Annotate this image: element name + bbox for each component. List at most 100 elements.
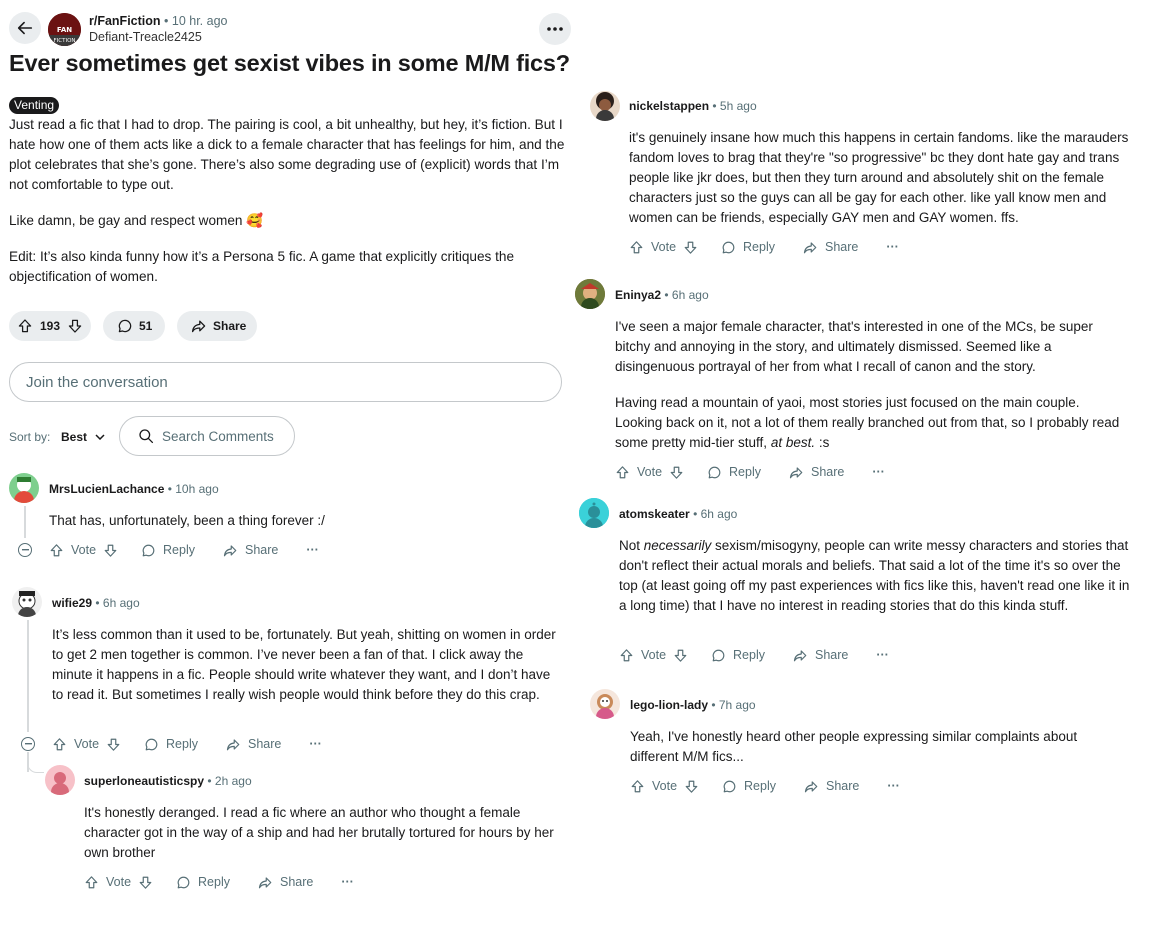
upvote-icon[interactable]: [52, 737, 67, 752]
post-flair[interactable]: Venting: [9, 97, 60, 114]
comment-text: I've seen a major female character, that…: [615, 319, 1093, 374]
downvote-icon[interactable]: [138, 875, 153, 890]
downvote-icon[interactable]: [67, 318, 83, 334]
upvote-icon[interactable]: [84, 875, 99, 890]
comment-text: Yeah, I've honestly heard other people e…: [630, 729, 1078, 764]
upvote-icon[interactable]: [615, 465, 630, 480]
collapse-thread-button[interactable]: [21, 737, 35, 751]
more-button[interactable]: ···: [887, 779, 900, 793]
upvote-icon[interactable]: [629, 240, 644, 255]
svg-text:FICTION: FICTION: [53, 38, 75, 44]
comment-composer[interactable]: Join the conversation: [9, 362, 562, 402]
chevron-down-icon: [95, 434, 105, 440]
reply-label: Reply: [744, 779, 776, 793]
share-button[interactable]: Share: [226, 737, 281, 752]
post-body-paragraph: Like damn, be gay and respect women 🥰: [9, 213, 264, 228]
upvote-icon[interactable]: [619, 648, 634, 663]
downvote-icon[interactable]: [669, 465, 684, 480]
comments-button[interactable]: 51: [103, 311, 165, 341]
comment-text-part: Having read a mountain of yaoi, most sto…: [615, 395, 1120, 450]
reply-button[interactable]: Reply: [141, 543, 195, 558]
vote-label: Vote: [74, 737, 100, 751]
downvote-icon[interactable]: [673, 648, 688, 663]
reply-button[interactable]: Reply: [707, 465, 761, 480]
downvote-icon[interactable]: [103, 543, 118, 558]
subreddit-line: r/FanFiction • 10 hr. ago: [89, 14, 227, 28]
share-button[interactable]: Share: [804, 779, 859, 794]
avatar[interactable]: [575, 279, 605, 309]
more-button[interactable]: ···: [309, 737, 322, 751]
collapse-thread-button[interactable]: [18, 543, 32, 557]
comment-icon: [117, 318, 133, 334]
comment-author[interactable]: atomskeater: [619, 507, 690, 521]
comment-text: It's honestly deranged. I read a fic whe…: [84, 805, 554, 860]
reply-button[interactable]: Reply: [721, 240, 775, 255]
reply-button[interactable]: Reply: [711, 648, 765, 663]
avatar[interactable]: [590, 689, 620, 719]
comment-actions: Vote Reply Share ···: [629, 237, 899, 257]
post-body-paragraph: Just read a fic that I had to drop. The …: [9, 117, 565, 192]
back-button[interactable]: [9, 12, 41, 44]
upvote-icon[interactable]: [49, 543, 64, 558]
downvote-icon[interactable]: [106, 737, 121, 752]
reply-label: Reply: [198, 875, 230, 889]
avatar[interactable]: [579, 498, 609, 528]
comment-author[interactable]: Eninya2: [615, 288, 661, 302]
subreddit-name[interactable]: r/FanFiction: [89, 14, 161, 28]
more-button[interactable]: ···: [306, 543, 319, 557]
more-button[interactable]: ···: [872, 465, 885, 479]
reply-button[interactable]: Reply: [176, 875, 230, 890]
minus-icon: [21, 549, 29, 551]
more-button[interactable]: ···: [341, 875, 354, 889]
comment-author[interactable]: MrsLucienLachance: [49, 482, 164, 496]
comment-count: 51: [139, 319, 153, 333]
search-icon: [138, 428, 154, 444]
comment-time: • 6h ago: [693, 507, 738, 521]
share-icon: [191, 318, 207, 334]
more-button[interactable]: ···: [876, 648, 889, 662]
comment-header: nickelstappen • 5h ago: [629, 99, 757, 113]
share-button[interactable]: Share: [223, 543, 278, 558]
comment-text: it's genuinely insane how much this happ…: [629, 130, 1129, 225]
comment-author[interactable]: wifie29: [52, 596, 92, 610]
avatar[interactable]: [12, 587, 42, 617]
reply-label: Reply: [163, 543, 195, 557]
avatar[interactable]: [590, 91, 620, 121]
vote-label: Vote: [637, 465, 663, 479]
more-button[interactable]: ···: [886, 240, 899, 254]
arrow-left-icon: [16, 19, 34, 37]
comment-time: • 10h ago: [167, 482, 219, 496]
share-button[interactable]: Share: [793, 648, 848, 663]
share-button[interactable]: Share: [789, 465, 844, 480]
downvote-icon[interactable]: [683, 240, 698, 255]
comment-author[interactable]: nickelstappen: [629, 99, 709, 113]
upvote-icon[interactable]: [630, 779, 645, 794]
comment-author[interactable]: lego-lion-lady: [630, 698, 708, 712]
comment-header: Eninya2 • 6h ago: [615, 288, 709, 302]
post-author[interactable]: Defiant-Treacle2425: [89, 30, 202, 44]
share-button[interactable]: Share: [803, 240, 858, 255]
comment-author[interactable]: superloneautisticspy: [84, 774, 204, 788]
svg-text:FAN: FAN: [57, 26, 72, 34]
avatar[interactable]: [9, 473, 39, 503]
reply-button[interactable]: Reply: [144, 737, 198, 752]
share-label: Share: [280, 875, 314, 889]
comment-text: It’s less common than it used to be, for…: [52, 627, 556, 702]
comment-time: • 7h ago: [711, 698, 756, 712]
thread-line: [27, 620, 29, 732]
upvote-icon[interactable]: [17, 318, 33, 334]
downvote-icon[interactable]: [684, 779, 699, 794]
share-label: Share: [245, 543, 279, 557]
comment-actions: Vote Reply Share ···: [52, 734, 322, 754]
reply-label: Reply: [729, 465, 761, 479]
share-button[interactable]: Share: [177, 311, 257, 341]
post-more-button[interactable]: [539, 13, 571, 45]
comment-text: That has, unfortunately, been a thing fo…: [49, 513, 325, 528]
avatar[interactable]: [45, 765, 75, 795]
search-comments-input[interactable]: Search Comments: [119, 416, 295, 456]
reply-button[interactable]: Reply: [722, 779, 776, 794]
sort-dropdown[interactable]: Best: [61, 430, 105, 444]
subreddit-avatar[interactable]: FAN FICTION: [48, 13, 81, 46]
sort-label: Sort by:: [9, 430, 51, 444]
share-button[interactable]: Share: [258, 875, 313, 890]
